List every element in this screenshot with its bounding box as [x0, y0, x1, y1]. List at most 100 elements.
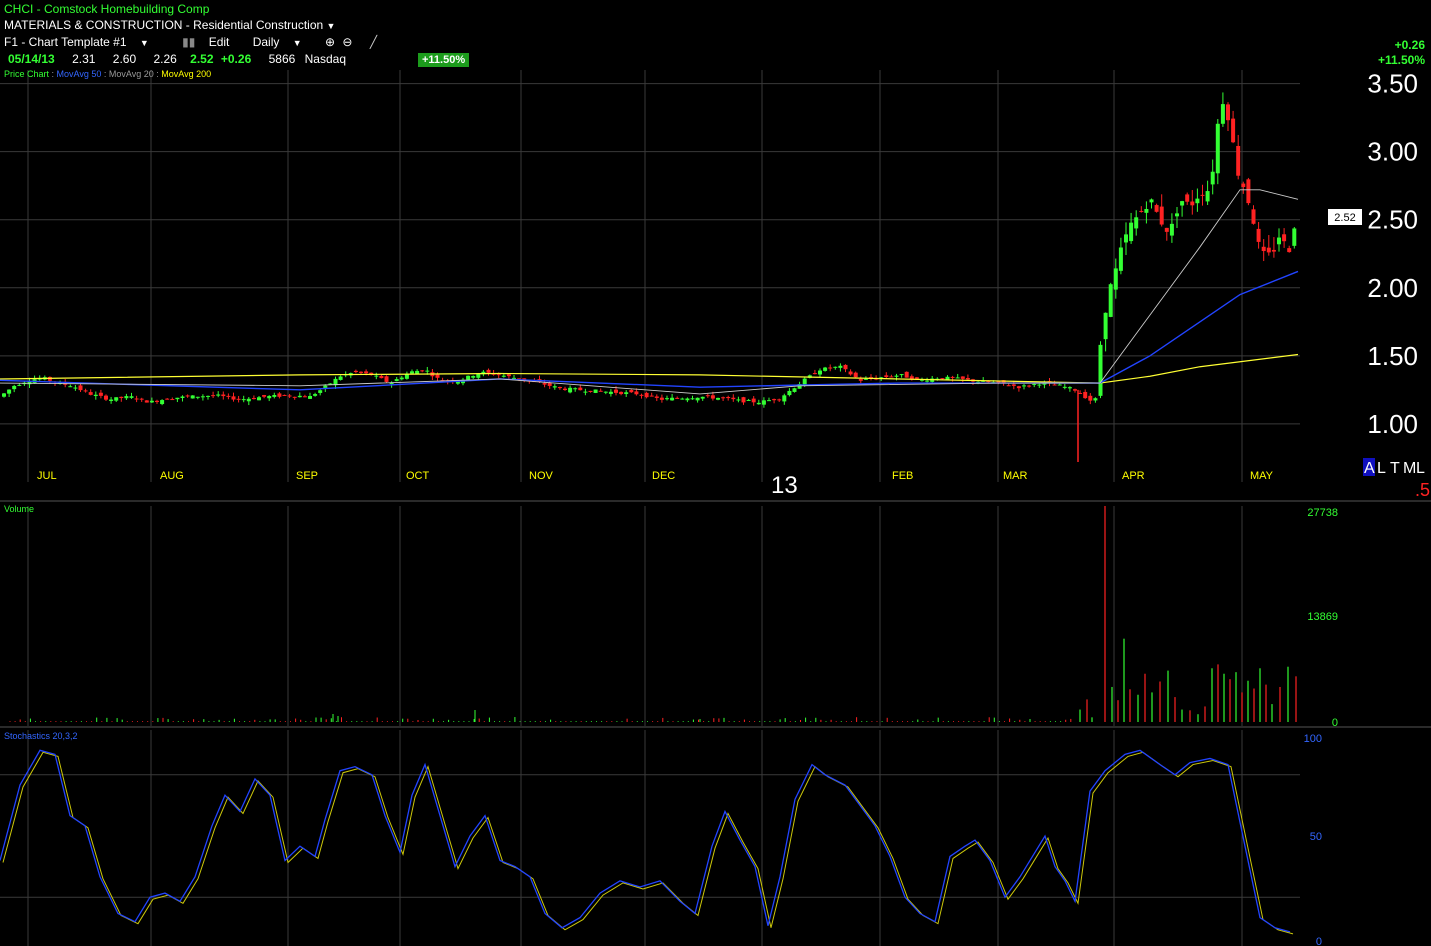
candle-body — [1062, 386, 1067, 388]
candle-body — [588, 390, 593, 392]
quote-close: 2.52 — [190, 52, 214, 66]
candle-body — [894, 375, 899, 377]
template-label: F1 - Chart Template #1 — [4, 35, 127, 49]
candle-body — [614, 389, 618, 393]
scale-button: L — [1377, 460, 1386, 477]
edit-button[interactable]: ▮▮ Edit — [182, 35, 239, 49]
candle-body — [568, 387, 573, 393]
candle-body — [828, 367, 833, 369]
month-label: APR — [1122, 470, 1145, 482]
candle-body — [471, 375, 476, 378]
candle-body — [425, 370, 430, 372]
candle-body — [73, 387, 78, 389]
candle-body — [751, 398, 756, 403]
quote-exchange: Nasdaq — [304, 52, 347, 66]
chart-canvas[interactable]: 3.50 3.00 2.50 2.00 1.50 1.00 JUL AUG SEP OCT NOV D… — [0, 0, 1431, 946]
candle-body — [1226, 104, 1230, 121]
candle-body — [710, 395, 715, 399]
candle-body — [308, 396, 312, 399]
candle-body — [262, 395, 267, 397]
candle-body — [190, 395, 195, 399]
candle-body — [634, 391, 639, 395]
month-label: NOV — [529, 470, 554, 482]
candle-body — [608, 391, 613, 394]
candle-body — [1282, 234, 1287, 242]
candle-body — [292, 396, 297, 398]
candle-body — [955, 377, 960, 379]
candle-body — [914, 377, 919, 379]
candle-body — [17, 384, 22, 386]
scale-button: A — [1364, 460, 1375, 477]
scale-button: L — [1416, 460, 1425, 477]
price-tick-label: 2.00 — [1367, 273, 1418, 303]
candle-body — [1215, 123, 1220, 174]
candle-body — [501, 375, 506, 377]
sector-row[interactable]: MATERIALS & CONSTRUCTION - Residential C… — [4, 18, 335, 32]
sector-dropdown-icon[interactable]: ▼ — [327, 21, 336, 31]
candle-body — [88, 392, 93, 395]
price-tick-label: 3.50 — [1367, 69, 1418, 99]
candle-body — [384, 376, 389, 382]
template-dropdown[interactable]: F1 - Chart Template #1 ▼ — [4, 35, 159, 49]
candle-body — [1057, 384, 1062, 386]
candle-body — [761, 400, 766, 405]
candle-body — [812, 373, 817, 375]
candle-body — [853, 372, 858, 378]
candle-body — [1205, 191, 1210, 202]
candle-body — [925, 380, 930, 382]
candle-body — [394, 379, 399, 382]
candle-body — [415, 370, 420, 374]
candle-body — [1190, 201, 1195, 206]
quote-open: 2.31 — [72, 52, 96, 66]
month-label: MAR — [1003, 470, 1028, 482]
candle-body — [777, 399, 782, 401]
candle-body — [1256, 228, 1261, 242]
stoch-tick-label: 50 — [1310, 831, 1322, 843]
candle-body — [1118, 247, 1123, 271]
right-pct: +11.50% — [1377, 53, 1425, 67]
candle-body — [547, 382, 552, 386]
volume-tick-label: 13869 — [1307, 611, 1338, 623]
candle-body — [297, 395, 302, 398]
month-label: DEC — [652, 470, 675, 482]
candle-body — [1098, 344, 1103, 396]
candle-body — [700, 396, 705, 399]
period-dropdown[interactable]: Daily ▼ — [253, 35, 312, 49]
candle-body — [226, 395, 231, 397]
candle-body — [318, 390, 323, 393]
candle-body — [731, 397, 736, 400]
candle-body — [542, 383, 547, 385]
scale-button: T — [1390, 460, 1400, 477]
candle-body — [1164, 227, 1169, 232]
candle-body — [823, 367, 828, 371]
zoom-in-icon[interactable]: ⊕ — [325, 35, 335, 49]
candle-body — [705, 395, 710, 397]
candle-body — [1154, 205, 1159, 212]
edit-label: Edit — [208, 35, 230, 49]
candle-body — [410, 371, 414, 374]
candle-body — [726, 396, 731, 399]
candle-body — [746, 399, 751, 401]
candle-body — [1032, 383, 1037, 385]
candle-body — [1052, 384, 1057, 386]
price-tick-label: 2.50 — [1367, 205, 1418, 235]
candle-body — [257, 397, 261, 401]
candle-body — [690, 398, 695, 400]
candle-body — [1113, 268, 1118, 290]
candle-body — [364, 371, 369, 374]
candle-body — [889, 376, 894, 378]
candle-body — [165, 398, 170, 400]
candle-body — [1088, 395, 1093, 401]
zoom-out-icon[interactable]: ⊖ — [342, 35, 352, 49]
candle-body — [160, 400, 165, 405]
candle-body — [736, 399, 741, 401]
candle-body — [7, 389, 12, 394]
candle-body — [109, 399, 114, 402]
candle-body — [170, 399, 175, 401]
last-price-label: 2.52 — [1334, 212, 1355, 224]
candle-body — [996, 381, 1001, 383]
candle-body — [114, 397, 119, 401]
candle-body — [950, 376, 955, 378]
draw-tool-icon[interactable]: ╱ — [370, 35, 377, 49]
candle-body — [399, 377, 404, 380]
